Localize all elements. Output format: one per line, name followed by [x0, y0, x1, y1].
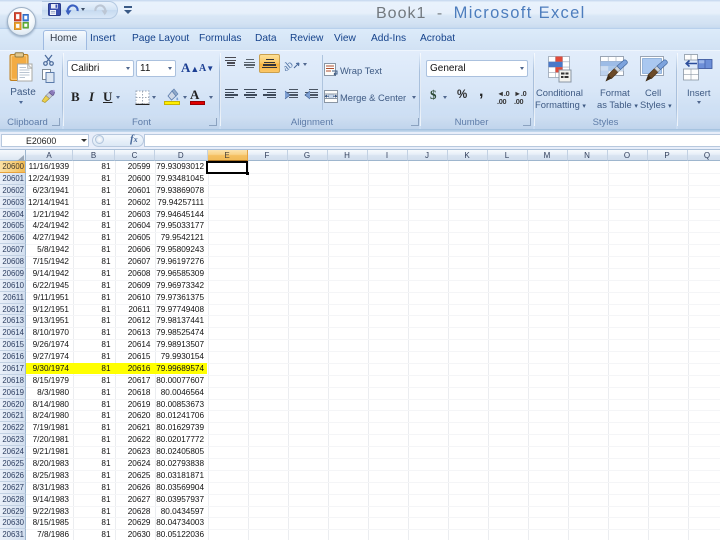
svg-text:ab: ab: [284, 58, 296, 71]
